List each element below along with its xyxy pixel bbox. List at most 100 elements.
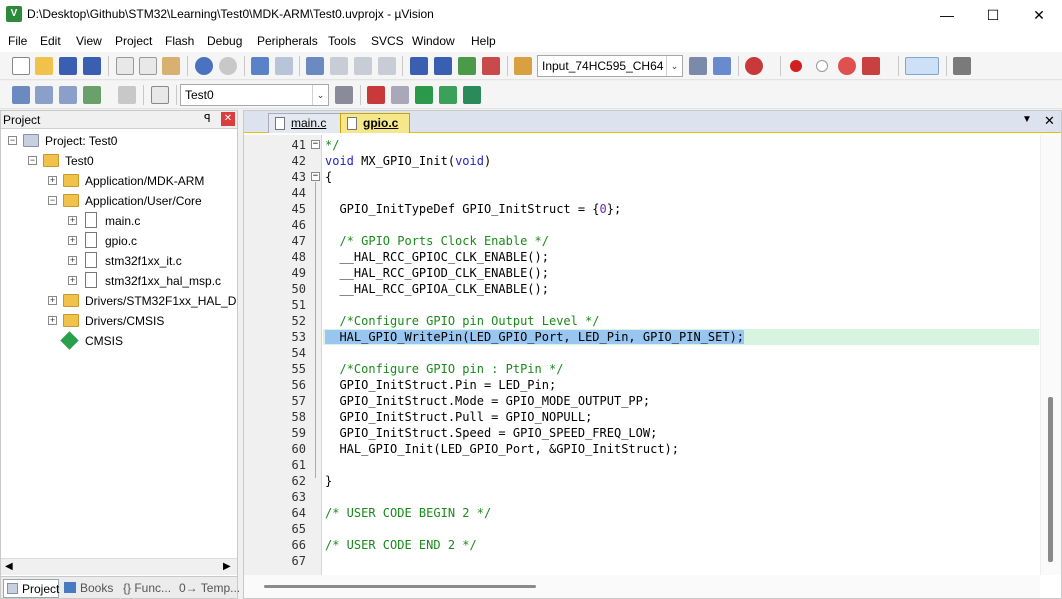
bookmark-icon[interactable] <box>306 57 324 75</box>
paste-icon[interactable] <box>162 57 180 75</box>
menu-debug[interactable]: Debug <box>207 34 242 48</box>
maximize-button[interactable]: ☐ <box>970 0 1016 30</box>
menu-project[interactable]: Project <box>115 34 152 48</box>
build-icon[interactable] <box>35 86 53 104</box>
code-line[interactable]: 46 <box>244 217 1040 233</box>
tree-item-file[interactable]: + stm32f1xx_hal_msp.c <box>1 271 237 291</box>
manage-project-items-icon[interactable] <box>367 86 385 104</box>
close-button[interactable]: ✕ <box>1016 0 1062 30</box>
disable-all-breakpoints-icon[interactable] <box>838 57 856 75</box>
fold-icon[interactable]: − <box>311 172 320 181</box>
vertical-scroll-thumb[interactable] <box>1048 397 1053 562</box>
next-bookmark-icon[interactable] <box>354 57 372 75</box>
cut-icon[interactable] <box>116 57 134 75</box>
rebuild-icon[interactable] <box>59 86 77 104</box>
menu-view[interactable]: View <box>76 34 102 48</box>
code-line[interactable]: 45 GPIO_InitTypeDef GPIO_InitStruct = {0… <box>244 201 1040 217</box>
code-line[interactable]: 61 <box>244 457 1040 473</box>
tree-item-target[interactable]: − Test0 <box>1 151 237 171</box>
file-extensions-icon[interactable] <box>391 86 409 104</box>
expand-icon[interactable]: + <box>48 316 57 325</box>
menu-help[interactable]: Help <box>471 34 496 48</box>
expand-icon[interactable]: + <box>48 176 57 185</box>
code-line[interactable]: 50 __HAL_RCC_GPIOA_CLK_ENABLE(); <box>244 281 1040 297</box>
code-line[interactable]: 54 <box>244 345 1040 361</box>
code-line[interactable]: 67 <box>244 553 1040 569</box>
comment-icon[interactable] <box>458 57 476 75</box>
expand-icon[interactable]: + <box>68 236 77 245</box>
select-packs-icon[interactable] <box>439 86 457 104</box>
target-options-icon[interactable] <box>335 86 353 104</box>
pack-installer-icon[interactable] <box>463 86 481 104</box>
code-line[interactable]: 56 GPIO_InitStruct.Pin = LED_Pin; <box>244 377 1040 393</box>
code-line[interactable]: 48 __HAL_RCC_GPIOC_CLK_ENABLE(); <box>244 249 1040 265</box>
code-line[interactable]: 51 <box>244 297 1040 313</box>
code-line[interactable]: 57 GPIO_InitStruct.Mode = GPIO_MODE_OUTP… <box>244 393 1040 409</box>
tree-item-project[interactable]: − Project: Test0 <box>1 131 237 151</box>
find-in-files-icon[interactable] <box>514 57 532 75</box>
find-icon[interactable] <box>689 57 707 75</box>
code-line[interactable]: 49 __HAL_RCC_GPIOD_CLK_ENABLE(); <box>244 265 1040 281</box>
undo-icon[interactable] <box>195 57 213 75</box>
code-line[interactable]: 47 /* GPIO Ports Clock Enable */ <box>244 233 1040 249</box>
expand-icon[interactable]: + <box>68 276 77 285</box>
menu-edit[interactable]: Edit <box>40 34 61 48</box>
incremental-find-icon[interactable] <box>713 57 731 75</box>
code-line[interactable]: 42 void MX_GPIO_Init(void) <box>244 153 1040 169</box>
pin-icon[interactable]: ꟼ <box>204 112 211 125</box>
code-line[interactable]: 59 GPIO_InitStruct.Speed = GPIO_SPEED_FR… <box>244 425 1040 441</box>
copy-icon[interactable] <box>139 57 157 75</box>
code-line[interactable]: 65 <box>244 521 1040 537</box>
tree-item-file[interactable]: + main.c <box>1 211 237 231</box>
expand-icon[interactable]: + <box>68 256 77 265</box>
window-layout-icon[interactable] <box>905 57 939 75</box>
collapse-icon[interactable]: − <box>48 196 57 205</box>
tab-functions[interactable]: {} Func... <box>119 579 174 598</box>
kill-breakpoints-icon[interactable] <box>862 57 880 75</box>
code-line[interactable]: 41− */ <box>244 137 1040 153</box>
tab-project[interactable]: Project <box>3 579 59 598</box>
tree-item-component[interactable]: CMSIS <box>1 331 237 351</box>
scroll-left-icon[interactable]: ◀ <box>5 561 13 572</box>
stop-build-icon[interactable] <box>118 86 136 104</box>
breakpoint-icon[interactable] <box>790 60 802 72</box>
code-line[interactable]: 60 HAL_GPIO_Init(LED_GPIO_Port, &GPIO_In… <box>244 441 1040 457</box>
fold-icon[interactable]: − <box>311 140 320 149</box>
save-icon[interactable] <box>59 57 77 75</box>
code-line[interactable]: 62} <box>244 473 1040 489</box>
tree-item-group[interactable]: + Drivers/CMSIS <box>1 311 237 331</box>
code-line[interactable]: 63 <box>244 489 1040 505</box>
target-combo[interactable]: Input_74HC595_CH64 ⌄ <box>537 55 683 77</box>
minimize-button[interactable]: — <box>924 0 970 30</box>
code-line[interactable]: 43−{ <box>244 169 1040 185</box>
tree-item-group[interactable]: − Application/User/Core <box>1 191 237 211</box>
project-target-combo[interactable]: Test0 ⌄ <box>180 84 329 106</box>
tab-templates[interactable]: 0→ Temp... <box>176 579 240 598</box>
scroll-right-icon[interactable]: ▶ <box>223 561 231 572</box>
tab-list-dropdown-icon[interactable]: ▼ <box>1022 114 1032 125</box>
code-line[interactable]: 66 /* USER CODE END 2 */ <box>244 537 1040 553</box>
chevron-down-icon[interactable]: ⌄ <box>312 85 328 105</box>
expand-icon[interactable]: + <box>48 296 57 305</box>
code-line[interactable]: 53 HAL_GPIO_WritePin(LED_GPIO_Port, LED_… <box>244 329 1040 345</box>
vertical-scrollbar[interactable] <box>1040 135 1061 575</box>
navigate-back-icon[interactable] <box>251 57 269 75</box>
menu-tools[interactable]: Tools <box>328 34 356 48</box>
editor-horizontal-scrollbar[interactable] <box>244 575 1040 598</box>
manage-rte-icon[interactable] <box>415 86 433 104</box>
menu-svcs[interactable]: SVCS <box>371 34 404 48</box>
unindent-icon[interactable] <box>434 57 452 75</box>
code-line[interactable]: 64 /* USER CODE BEGIN 2 */ <box>244 505 1040 521</box>
translate-icon[interactable] <box>12 86 30 104</box>
tree-item-file[interactable]: + gpio.c <box>1 231 237 251</box>
code-line[interactable]: 55 /*Configure GPIO pin : PtPin */ <box>244 361 1040 377</box>
chevron-down-icon[interactable]: ⌄ <box>666 56 682 76</box>
batch-build-icon[interactable] <box>83 86 101 104</box>
close-panel-icon[interactable]: ✕ <box>221 112 235 126</box>
expand-icon[interactable]: + <box>68 216 77 225</box>
prev-bookmark-icon[interactable] <box>330 57 348 75</box>
debug-session-icon[interactable] <box>745 57 763 75</box>
menu-window[interactable]: Window <box>412 34 455 48</box>
uncomment-icon[interactable] <box>482 57 500 75</box>
tree-item-group[interactable]: + Application/MDK-ARM <box>1 171 237 191</box>
